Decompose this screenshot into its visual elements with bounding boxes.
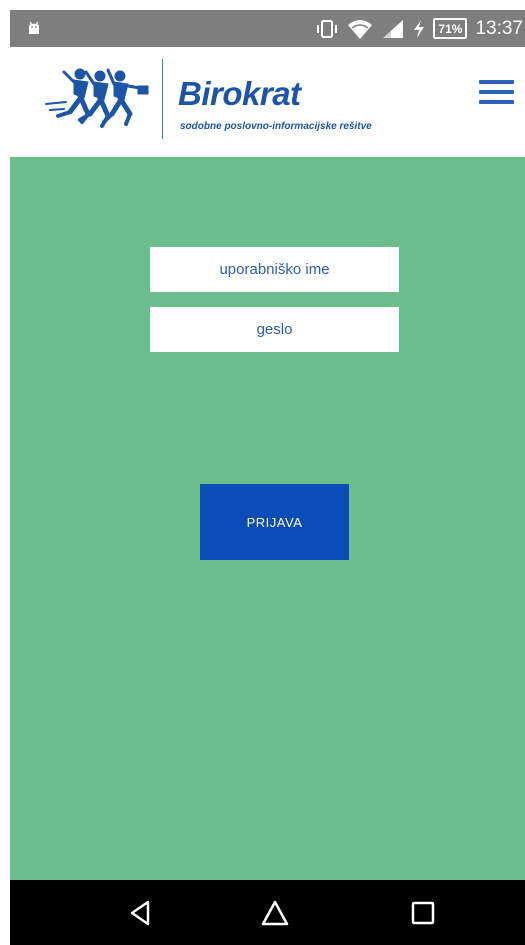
back-icon[interactable]	[126, 898, 156, 928]
brand-name: Birokrat	[178, 75, 301, 112]
login-form: PRIJAVA	[10, 157, 525, 880]
status-bar: 71% 13:37	[10, 10, 525, 47]
status-time: 13:37	[475, 17, 523, 39]
wifi-icon	[348, 19, 373, 39]
recent-apps-icon[interactable]	[408, 898, 438, 928]
navigation-bar	[10, 880, 525, 945]
app-header: Birokrat sodobne poslovno-informacijske …	[10, 47, 525, 157]
vibrate-icon	[317, 19, 338, 38]
status-icons: 71% 13:37	[315, 10, 525, 47]
brand-tagline: sodobne poslovno-informacijske rešitve	[180, 121, 372, 132]
logo-divider	[162, 59, 163, 139]
logo-runners-icon	[45, 68, 149, 128]
battery-level: 71%	[433, 18, 468, 39]
home-icon[interactable]	[260, 898, 290, 928]
login-button[interactable]: PRIJAVA	[200, 484, 349, 560]
android-icon	[29, 21, 39, 34]
charging-icon	[414, 19, 425, 38]
password-input[interactable]	[150, 307, 399, 352]
signal-icon	[383, 19, 404, 38]
hamburger-menu-icon[interactable]	[477, 77, 517, 107]
username-input[interactable]	[150, 247, 399, 292]
